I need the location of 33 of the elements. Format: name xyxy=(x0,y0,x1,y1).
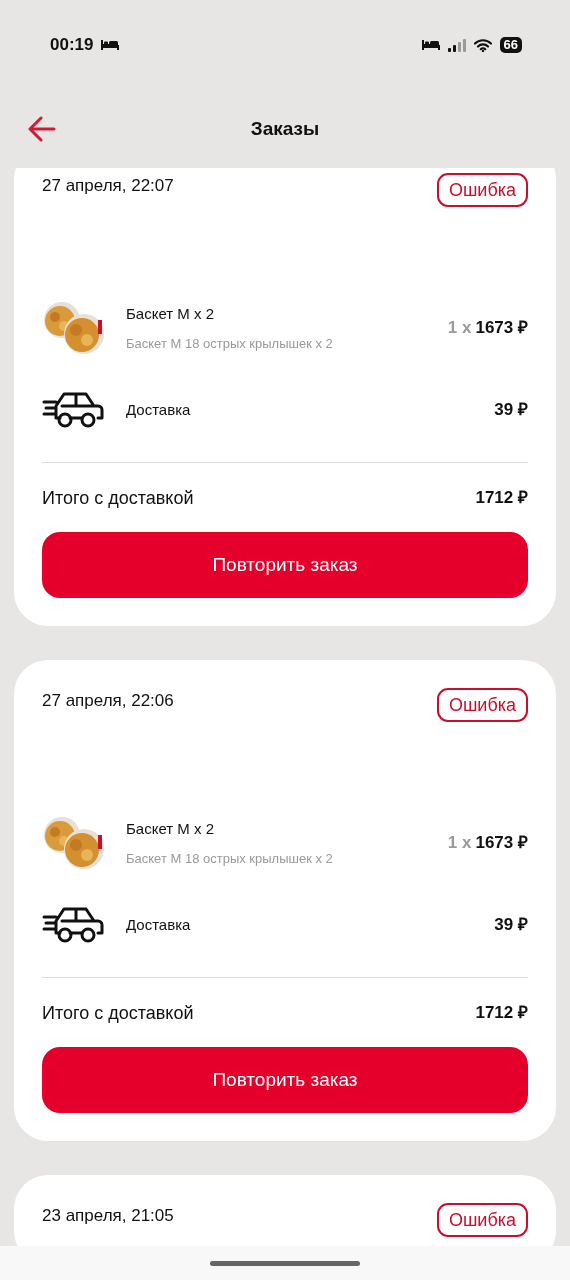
total-label: Итого с доставкой xyxy=(42,1001,194,1025)
signal-icon xyxy=(447,38,466,52)
total-price: 1712 ₽ xyxy=(475,1002,528,1025)
order-date: 27 апреля, 22:06 xyxy=(42,690,174,712)
battery-level: 66 xyxy=(499,37,522,53)
quantity: 1 x xyxy=(447,317,472,340)
order-date: 23 апреля, 21:05 xyxy=(42,1205,174,1227)
status-badge: Ошибка xyxy=(436,1203,528,1237)
back-arrow-icon[interactable] xyxy=(28,115,56,143)
status-badge: Ошибка xyxy=(436,688,528,722)
quantity: 1 x xyxy=(447,832,472,855)
wifi-icon xyxy=(473,38,492,52)
total-price: 1712 ₽ xyxy=(475,487,528,510)
price: 39 ₽ xyxy=(494,914,528,937)
price: 39 ₽ xyxy=(494,399,528,422)
clock-time: 00:19 xyxy=(50,34,94,57)
price: 1673 ₽ xyxy=(475,317,528,340)
bed-icon xyxy=(421,39,440,51)
status-badge: Ошибка xyxy=(436,173,528,207)
product-description: Баскет М 18 острых крылышек x 2 xyxy=(126,849,334,868)
product-description: Баскет М 18 острых крылышек x 2 xyxy=(126,334,334,353)
home-indicator[interactable] xyxy=(210,1260,360,1266)
repeat-order-button[interactable]: Повторить заказ xyxy=(42,532,528,598)
order-date: 27 апреля, 22:07 xyxy=(42,175,174,197)
total-label: Итого с доставкой xyxy=(42,486,194,510)
product-name: Баскет М x 2 xyxy=(126,304,215,324)
screen-title: Заказы xyxy=(250,116,320,141)
price: 1673 ₽ xyxy=(475,832,528,855)
delivery-label: Доставка xyxy=(126,914,192,935)
delivery-label: Доставка xyxy=(126,399,192,420)
bed-icon xyxy=(101,39,120,51)
product-name: Баскет М x 2 xyxy=(126,819,215,839)
repeat-order-button[interactable]: Повторить заказ xyxy=(42,1047,528,1113)
